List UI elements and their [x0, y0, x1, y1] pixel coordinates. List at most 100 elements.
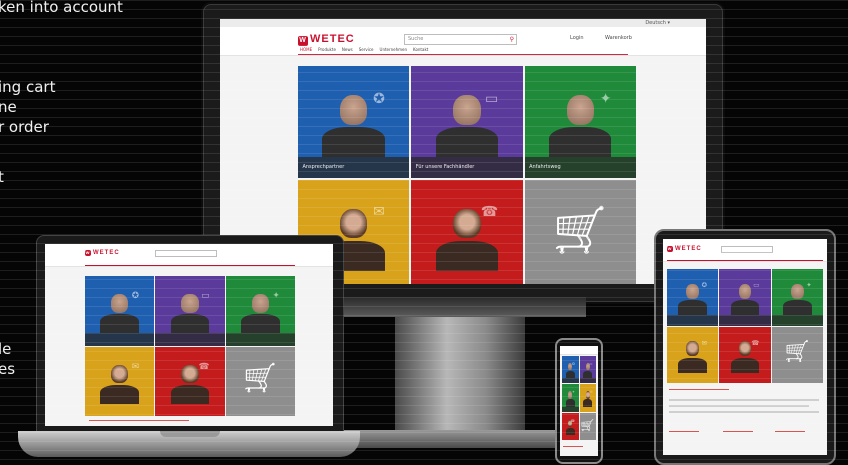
logo-text: WETEC: [310, 33, 355, 45]
tablet-nav-underline: [667, 260, 823, 261]
tile-person-2[interactable]: ▭: [719, 269, 771, 326]
laptop-notch: [160, 431, 220, 437]
tile-label-bar: [562, 406, 579, 412]
tablet-website: W WETEC ✪ ▭ ✦ ✉ ☎ 🛒: [663, 239, 827, 455]
tablet-footer-line: [669, 389, 729, 390]
site-header: W WETEC Suche ⚲ Login Warenkorb HOME Prod…: [220, 27, 706, 56]
tile-person-5[interactable]: ☎: [719, 326, 771, 383]
tile-person-3[interactable]: ✦: [562, 384, 579, 412]
tile-person-5[interactable]: ☎: [155, 346, 225, 416]
side-text-line: es: [0, 360, 16, 378]
tile-person-2[interactable]: ▭: [155, 276, 225, 346]
tile-cart[interactable]: 🛒: [225, 346, 295, 416]
nav-company[interactable]: Unternehmen: [380, 47, 408, 52]
tile-person-2[interactable]: ▭: [579, 356, 596, 384]
laptop-search-input[interactable]: [155, 250, 217, 257]
phone-footer-line: [563, 446, 583, 447]
side-text-line: ing cart: [0, 78, 56, 96]
monitor-stand: [395, 300, 525, 440]
tile-decor-icon: ☎: [480, 204, 499, 221]
nav-active-underline: [298, 54, 628, 55]
tile-decor-icon: ✉: [131, 361, 140, 372]
laptop-logo-text: WETEC: [93, 250, 120, 256]
tablet: W WETEC ✪ ▭ ✦ ✉ ☎ 🛒: [654, 229, 836, 465]
main-nav: HOME Produkte News Service Unternehmen K…: [300, 47, 428, 52]
tile-person-4[interactable]: ✉: [579, 384, 596, 412]
tile-decor-icon: ▭: [589, 362, 593, 366]
tablet-logo-text: WETEC: [675, 246, 702, 252]
tile-decor-icon: ✦: [571, 390, 575, 395]
phone-tile-grid: ✪ ▭ ✦ ✉ ☎ 🛒: [562, 356, 596, 440]
tile-decor-icon: ✪: [571, 362, 575, 366]
side-text-line: t: [0, 168, 4, 186]
laptop-footer-line: [89, 420, 189, 421]
tile-person-5[interactable]: ☎: [562, 412, 579, 440]
login-link[interactable]: Login: [570, 35, 584, 41]
laptop-site-header: W WETEC: [45, 244, 333, 267]
side-text-line: le: [0, 340, 12, 358]
monitor-stand-base: [340, 430, 580, 448]
tablet-footer-text-1: [669, 399, 819, 401]
tile-person-1[interactable]: ✪ Ansprechpartner: [298, 66, 410, 178]
side-text-line: r order: [0, 118, 49, 136]
site-logo[interactable]: W WETEC: [298, 33, 355, 46]
tile-label-bar: [225, 333, 295, 346]
tile-decor-icon: ✉: [373, 204, 385, 221]
nav-contact[interactable]: Kontakt: [413, 47, 428, 52]
tile-decor-icon: ✦: [599, 90, 612, 107]
language-selector[interactable]: Deutsch ▾: [645, 20, 670, 26]
tile-decor-icon: ▭: [484, 90, 499, 107]
tile-cart[interactable]: 🛒: [524, 179, 636, 284]
shopping-cart-icon: 🛒: [552, 205, 608, 257]
tablet-footer-col-3: [775, 431, 805, 432]
tablet-footer-text-3: [669, 411, 819, 413]
laptop-logo-mark-icon: W: [85, 250, 91, 256]
tile-decor-icon: ▭: [201, 291, 210, 302]
search-placeholder: Suche: [408, 36, 424, 42]
tile-person-1[interactable]: ✪: [562, 356, 579, 384]
phone: ✪ ▭ ✦ ✉ ☎ 🛒: [555, 338, 603, 464]
tile-decor-icon: ✦: [272, 291, 280, 302]
shopping-cart-icon: 🛒: [243, 362, 278, 394]
tile-person-1[interactable]: ✪: [85, 276, 155, 346]
tile-person-4[interactable]: ✉: [667, 326, 719, 383]
cart-link[interactable]: Warenkorb: [605, 35, 632, 41]
laptop-logo[interactable]: W WETEC: [85, 250, 120, 256]
nav-service[interactable]: Service: [359, 47, 374, 52]
tile-person-5[interactable]: ☎: [411, 179, 523, 284]
logo-mark-icon: W: [298, 36, 308, 46]
tile-decor-icon: ☎: [198, 361, 210, 372]
side-text-line: ne: [0, 98, 17, 116]
tile-person-2[interactable]: ▭ Für unsere Fachhändler: [411, 66, 523, 178]
tile-person-1[interactable]: ✪: [667, 269, 719, 326]
tile-label: Ansprechpartner: [298, 157, 410, 178]
tablet-logo-mark-icon: W: [667, 246, 673, 252]
nav-home[interactable]: HOME: [300, 47, 312, 52]
tile-person-3[interactable]: ✦: [225, 276, 295, 346]
tile-grid: ✪ Ansprechpartner ▭ Für unsere Fachhändler ✦…: [298, 66, 636, 284]
search-input[interactable]: Suche ⚲: [404, 34, 517, 45]
tile-decor-icon: ☎: [751, 338, 760, 347]
laptop-website: W WETEC ✪ ▭ ✦ ✉ ☎ 🛒: [45, 244, 333, 426]
monitor-chin: [338, 297, 586, 317]
nav-news[interactable]: News: [342, 47, 353, 52]
tile-person-3[interactable]: ✦: [771, 269, 823, 326]
tile-decor-icon: ✪: [701, 281, 708, 290]
tile-label-bar: [562, 378, 579, 384]
tablet-logo[interactable]: W WETEC: [667, 246, 702, 252]
search-icon[interactable]: ⚲: [510, 35, 514, 44]
tablet-search-input[interactable]: [721, 246, 773, 253]
tile-decor-icon: ✦: [806, 281, 812, 290]
tablet-footer-col-1: [669, 431, 699, 432]
tile-decor-icon: ✪: [373, 90, 385, 107]
tile-person-3[interactable]: ✦ Anfahrtsweg: [524, 66, 636, 178]
tablet-site-header: W WETEC: [663, 239, 827, 262]
nav-products[interactable]: Produkte: [318, 47, 336, 52]
laptop-tile-grid: ✪ ▭ ✦ ✉ ☎ 🛒: [85, 276, 295, 416]
tile-cart[interactable]: 🛒: [579, 412, 596, 440]
tile-person-4[interactable]: ✉: [85, 346, 155, 416]
tile-label-bar: [579, 378, 596, 384]
tile-cart[interactable]: 🛒: [771, 326, 823, 383]
tile-label-bar: [85, 333, 155, 346]
tile-decor-icon: ▭: [753, 281, 760, 290]
